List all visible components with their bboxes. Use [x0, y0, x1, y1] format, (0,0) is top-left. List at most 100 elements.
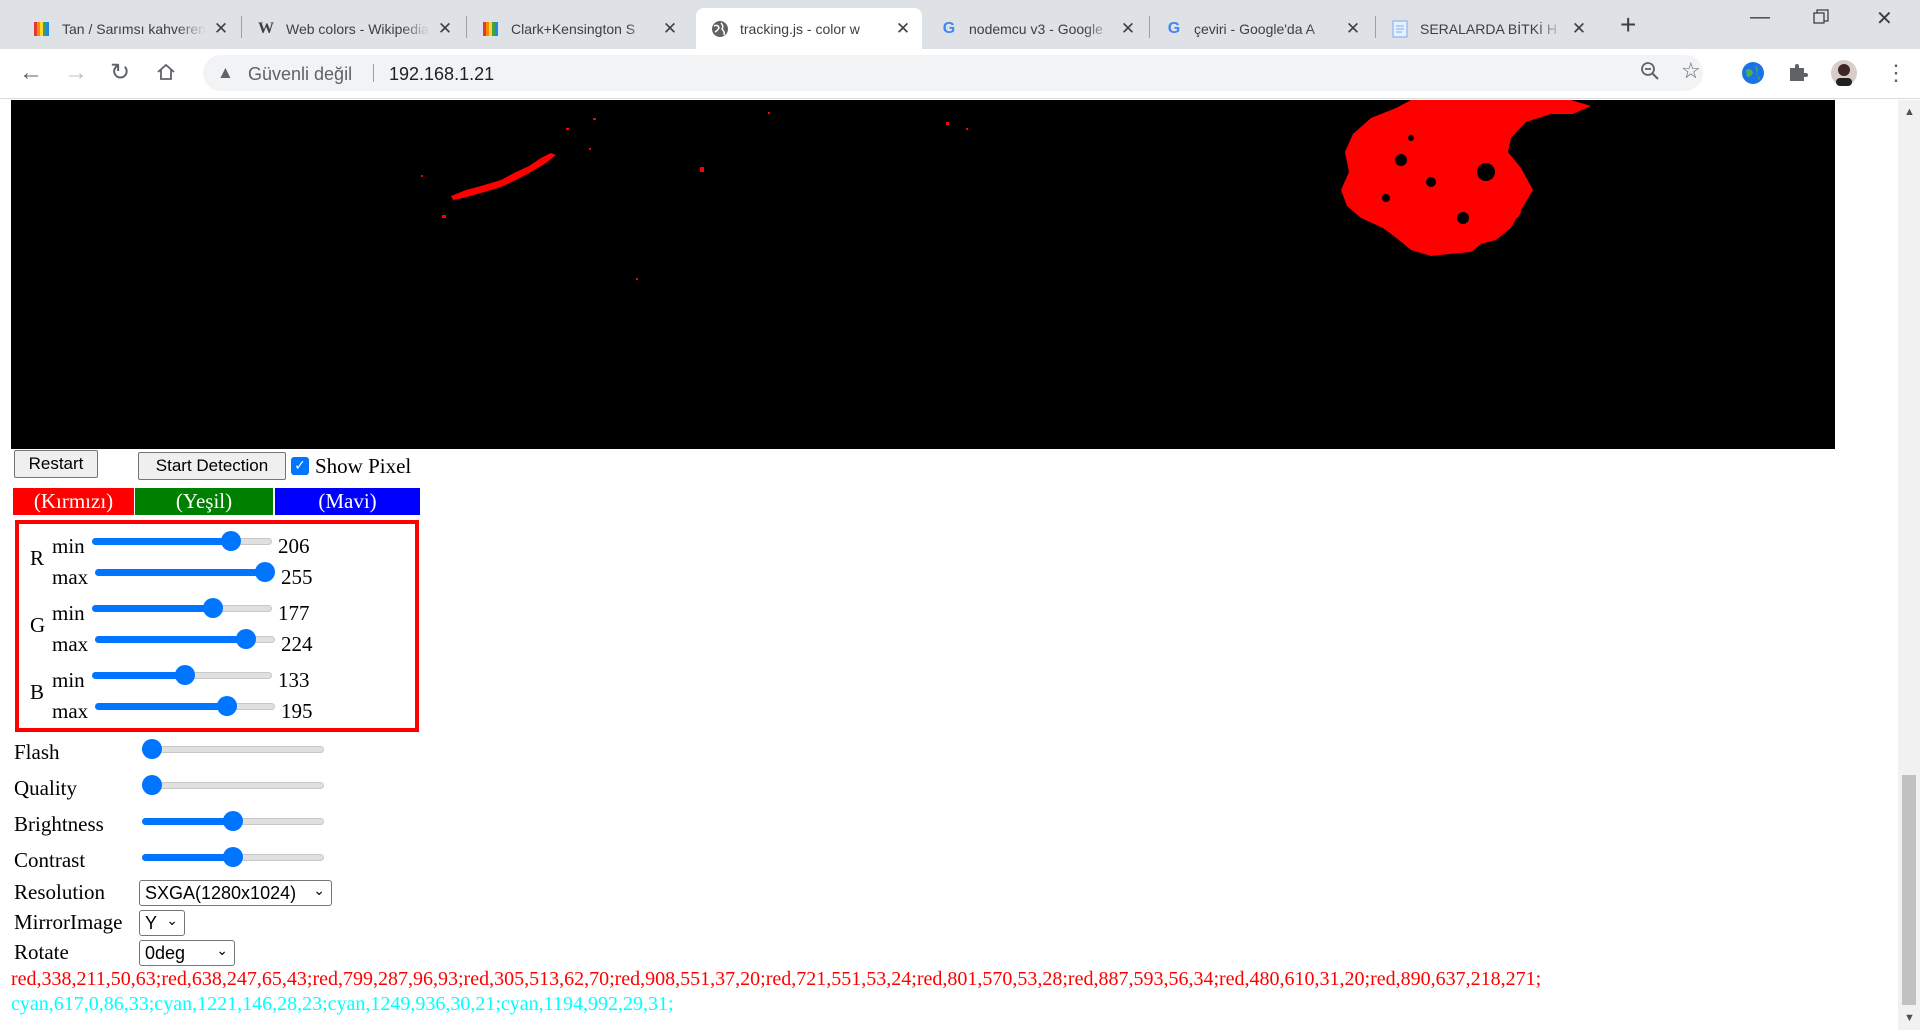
tab-clark[interactable]: Clark+Kensington S ✕	[467, 8, 689, 49]
brightness-label: Brightness	[14, 812, 104, 836]
g-max-label: max	[52, 632, 89, 656]
tab-title: Web colors - Wikipedia	[286, 20, 429, 37]
brightness-slider[interactable]	[142, 811, 324, 831]
b-max-slider[interactable]	[95, 696, 275, 716]
slider-thumb[interactable]	[217, 696, 238, 716]
address-bar[interactable]: ▲ Güvenli değil 192.168.1.21 ☆	[203, 55, 1703, 91]
warning-triangle-icon[interactable]: ▲	[217, 63, 234, 83]
b-max-label: max	[52, 699, 89, 723]
scroll-down-arrow-icon[interactable]: ▼	[1904, 1012, 1915, 1024]
r-min-label: min	[52, 534, 85, 558]
page-content: Restart Start Detection ✓ Show Pixel (Kı…	[0, 100, 1898, 1030]
flash-slider[interactable]	[142, 739, 324, 759]
kebab-menu-icon[interactable]: ⋮	[1885, 61, 1907, 85]
chevron-down-icon: ⌄	[166, 913, 178, 929]
tab-tracking-active[interactable]: tracking.js - color w ✕	[696, 8, 922, 49]
browser-toolbar: ← → ↻ ▲ Güvenli değil 192.168.1.21 ☆ ⋮	[0, 49, 1920, 99]
google-icon: G	[1167, 19, 1181, 37]
page-scrollbar[interactable]: ▲ ▼	[1898, 100, 1920, 1030]
resolution-label: Resolution	[14, 880, 106, 904]
quality-label: Quality	[14, 776, 77, 800]
start-detection-button[interactable]: Start Detection	[138, 452, 286, 480]
detection-canvas	[11, 100, 1835, 449]
slider-thumb[interactable]	[203, 598, 224, 618]
home-icon[interactable]	[156, 61, 176, 89]
security-label[interactable]: Güvenli değil	[248, 64, 352, 85]
tab-seralarda[interactable]: SERALARDA BİTKİ H ✕	[1376, 8, 1598, 49]
g-max-slider[interactable]	[95, 629, 275, 649]
tab-nodemcu[interactable]: G nodemcu v3 - Google ✕	[925, 8, 1147, 49]
green-color-bar[interactable]: (Yeşil)	[135, 488, 273, 515]
close-icon[interactable]: ✕	[1344, 19, 1362, 39]
b-max-value: 195	[281, 699, 313, 723]
rotate-label: Rotate	[14, 940, 69, 964]
zoom-out-icon[interactable]	[1640, 61, 1660, 86]
restart-button[interactable]: Restart	[14, 450, 98, 478]
b-channel-label: B	[30, 680, 45, 704]
close-icon[interactable]: ✕	[1570, 19, 1588, 39]
slider-thumb[interactable]	[142, 739, 162, 759]
slider-thumb[interactable]	[175, 665, 196, 685]
profile-avatar[interactable]	[1830, 59, 1858, 92]
wikipedia-icon: W	[258, 19, 274, 37]
window-close-icon[interactable]: ✕	[1876, 6, 1893, 31]
slider-thumb[interactable]	[255, 562, 275, 582]
slider-thumb[interactable]	[142, 775, 162, 795]
slider-thumb[interactable]	[221, 531, 242, 551]
scrollbar-thumb[interactable]	[1902, 775, 1916, 1005]
show-pixel-label: Show Pixel	[315, 454, 412, 478]
b-min-slider[interactable]	[92, 665, 272, 685]
google-icon: G	[942, 19, 956, 37]
quality-slider[interactable]	[142, 775, 324, 795]
close-icon[interactable]: ✕	[436, 19, 454, 39]
tab-tan[interactable]: Tan / Sarımsı kahverengi ✕	[18, 8, 240, 49]
contrast-label: Contrast	[14, 848, 86, 872]
show-pixel-checkbox[interactable]: ✓	[291, 457, 309, 475]
forward-arrow-icon[interactable]: →	[64, 59, 88, 87]
tab-ceviri[interactable]: G çeviri - Google'da A ✕	[1150, 8, 1372, 49]
cyan-detection-output: cyan,617,0,86,33;cyan,1221,146,28,23;cya…	[11, 993, 674, 1015]
tab-title: tracking.js - color w	[740, 20, 860, 37]
chevron-down-icon: ⌄	[216, 943, 228, 959]
tab-strip: Tan / Sarımsı kahverengi ✕ W Web colors …	[0, 0, 1920, 49]
mirror-image-select[interactable]: Y ⌄	[139, 910, 185, 936]
url-text[interactable]: 192.168.1.21	[389, 64, 494, 85]
g-min-value: 177	[278, 601, 310, 625]
close-icon[interactable]: ✕	[212, 19, 230, 39]
tab-title: SERALARDA BİTKİ H	[1420, 20, 1557, 37]
rotate-select[interactable]: 0deg ⌄	[139, 940, 235, 966]
resolution-value: SXGA(1280x1024)	[145, 882, 297, 903]
close-icon[interactable]: ✕	[661, 19, 679, 39]
mirror-image-value: Y	[145, 912, 158, 933]
r-max-label: max	[52, 565, 89, 589]
blue-color-bar[interactable]: (Mavi)	[275, 488, 420, 515]
extension-globe-icon[interactable]	[1741, 61, 1765, 90]
red-color-bar[interactable]: (Kırmızı)	[13, 488, 134, 515]
flash-label: Flash	[14, 740, 60, 764]
slider-thumb[interactable]	[235, 629, 256, 649]
rotate-value: 0deg	[145, 942, 186, 963]
tab-title: Tan / Sarımsı kahverengi	[62, 20, 206, 37]
r-min-slider[interactable]	[92, 531, 272, 551]
close-icon[interactable]: ✕	[1119, 19, 1137, 39]
minimize-icon[interactable]: —	[1750, 6, 1770, 29]
slider-thumb[interactable]	[223, 811, 243, 831]
contrast-slider[interactable]	[142, 847, 324, 867]
close-icon[interactable]: ✕	[894, 19, 912, 39]
scroll-up-arrow-icon[interactable]: ▲	[1904, 106, 1915, 118]
r-min-value: 206	[278, 534, 310, 558]
new-tab-plus-icon[interactable]: +	[1620, 11, 1636, 39]
extensions-puzzle-icon[interactable]	[1787, 61, 1809, 88]
r-max-slider[interactable]	[95, 562, 275, 582]
tab-wikipedia[interactable]: W Web colors - Wikipedia ✕	[242, 8, 464, 49]
slider-thumb[interactable]	[223, 847, 243, 867]
g-min-slider[interactable]	[92, 598, 272, 618]
bookmark-star-icon[interactable]: ☆	[1681, 59, 1701, 83]
address-divider	[373, 64, 374, 82]
resolution-select[interactable]: SXGA(1280x1024) ⌄	[139, 880, 332, 906]
restore-icon[interactable]	[1813, 8, 1829, 31]
rainbow-book-icon	[32, 19, 52, 39]
r-max-value: 255	[281, 565, 313, 589]
back-arrow-icon[interactable]: ←	[19, 59, 43, 87]
reload-icon[interactable]: ↻	[110, 59, 130, 87]
